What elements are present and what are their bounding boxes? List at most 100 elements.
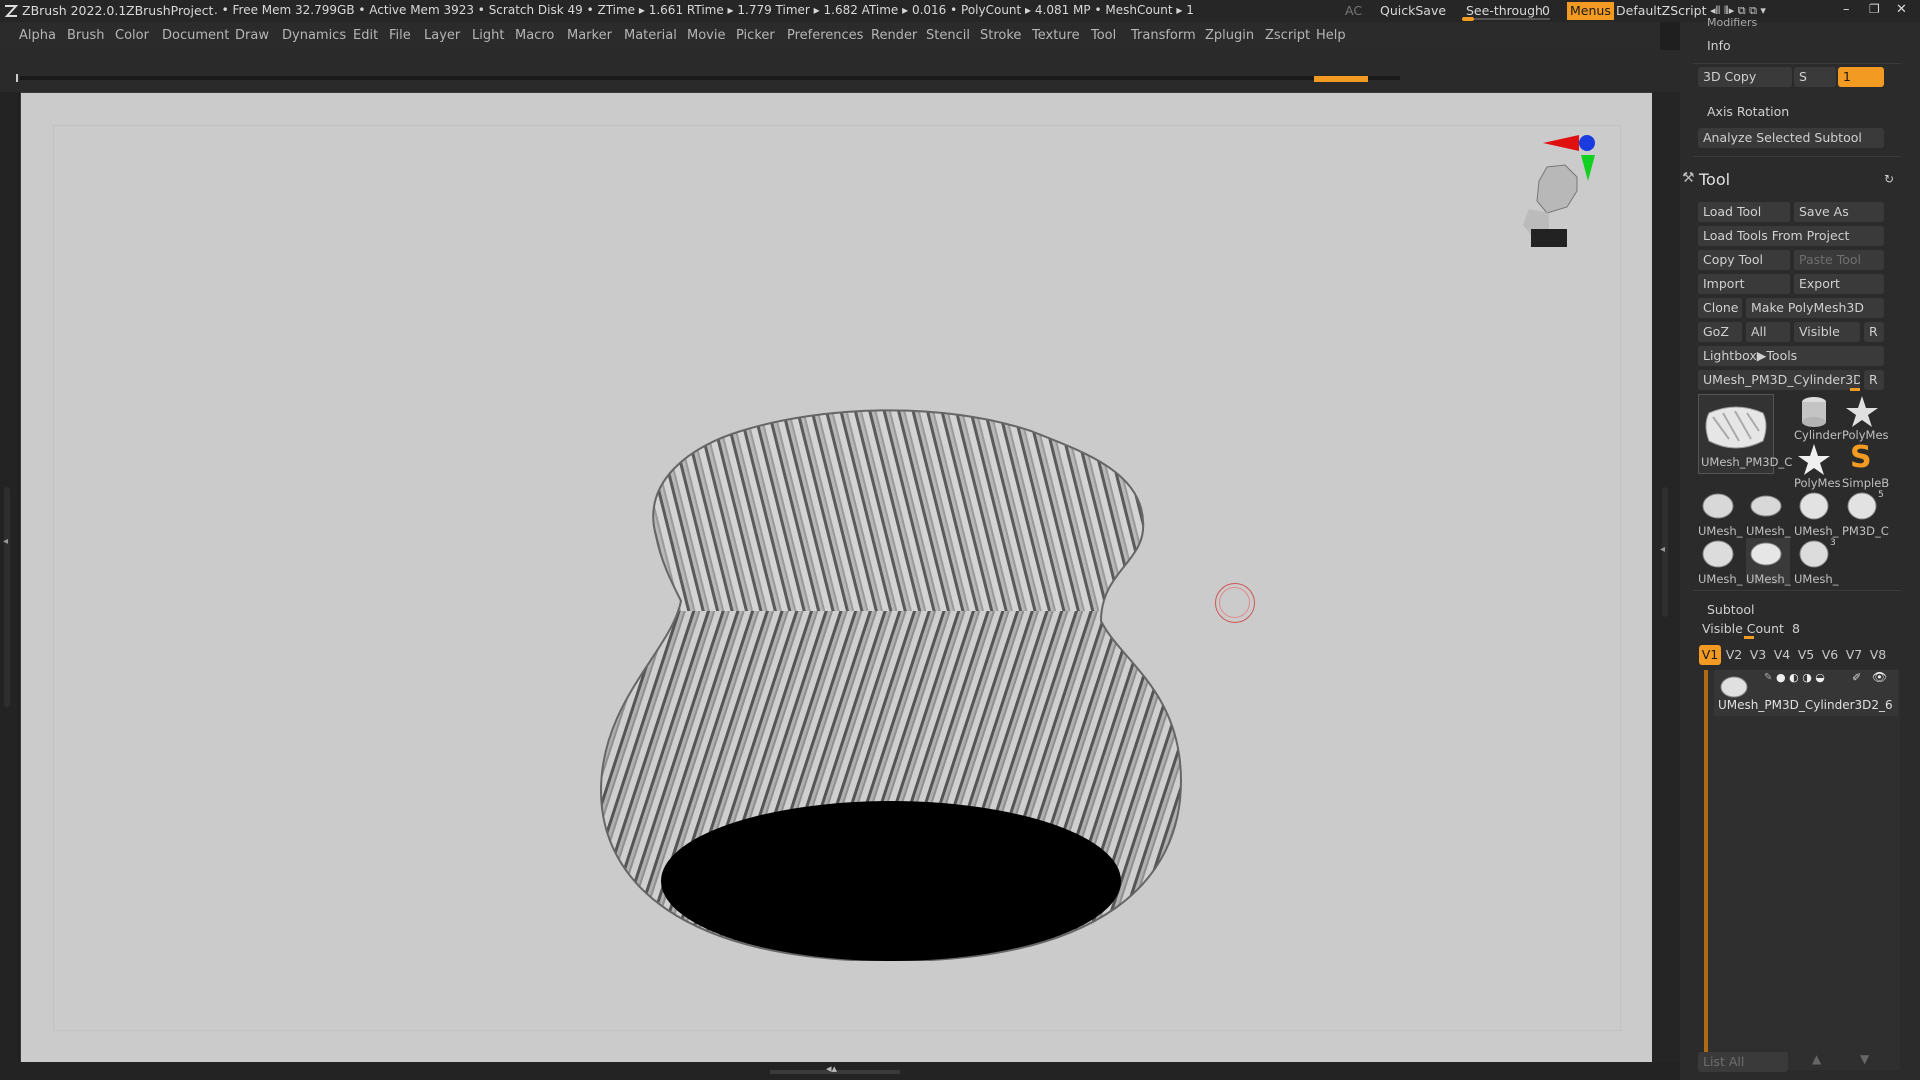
subtool-polypaint-icon[interactable]: ✐	[1852, 671, 1861, 684]
menu-material[interactable]: Material	[624, 28, 677, 43]
tool-thumb-4[interactable]: 5 PM3D_C	[1842, 490, 1889, 538]
move-up-icon[interactable]: ▲	[1812, 1052, 1821, 1066]
tool-thumb-5[interactable]: UMesh_	[1698, 538, 1742, 586]
visibility-set-v2[interactable]: V2	[1723, 645, 1745, 665]
minimize-icon[interactable]: –	[1843, 2, 1850, 17]
copy-tool-button[interactable]: Copy Tool	[1698, 250, 1790, 270]
seethrough-slider[interactable]: See-through 0	[1460, 2, 1552, 21]
menu-dynamics[interactable]: Dynamics	[282, 28, 346, 43]
modifiers-label[interactable]: Modifiers	[1707, 16, 1757, 29]
menu-layer[interactable]: Layer	[424, 28, 460, 43]
visible-count-slider[interactable]: Visible Count 8	[1698, 620, 1884, 639]
import-button[interactable]: Import	[1698, 274, 1790, 294]
goz-visible-button[interactable]: Visible	[1794, 322, 1860, 342]
default-zscript-button[interactable]: DefaultZScript	[1616, 3, 1707, 18]
make-polymesh-button[interactable]: Make PolyMesh3D	[1746, 298, 1884, 318]
tool-thumb-cylinder[interactable]: Cylinder	[1794, 394, 1842, 442]
export-button[interactable]: Export	[1794, 274, 1884, 294]
visibility-set-v4[interactable]: V4	[1771, 645, 1793, 665]
analyze-subtool-button[interactable]: Analyze Selected Subtool	[1698, 128, 1884, 148]
menu-texture[interactable]: Texture	[1032, 28, 1080, 43]
visibility-set-v7[interactable]: V7	[1843, 645, 1865, 665]
paste-tool-button[interactable]: Paste Tool	[1794, 250, 1884, 270]
subtool-scrollbar[interactable]	[1704, 670, 1708, 1068]
tool-thumb-2[interactable]: UMesh_	[1746, 490, 1790, 538]
left-tray-arrow-icon[interactable]: ◂	[3, 536, 8, 547]
navigation-gizmo[interactable]	[1501, 121, 1621, 261]
current-tool-r-button[interactable]: R	[1864, 370, 1884, 390]
copy-3d-button[interactable]: 3D Copy	[1698, 67, 1792, 87]
visibility-set-v8[interactable]: V8	[1867, 645, 1889, 665]
axis-rotation-label[interactable]: Axis Rotation	[1707, 104, 1789, 119]
goz-button[interactable]: GoZ	[1698, 322, 1742, 342]
tool-thumb-polymesh-2[interactable]: PolyMes	[1794, 442, 1841, 490]
close-icon[interactable]: ✕	[1896, 2, 1907, 17]
s-value-slider[interactable]: 1	[1838, 67, 1884, 87]
menu-alpha[interactable]: Alpha	[19, 28, 56, 43]
lightbox-tools-button[interactable]: Lightbox▶Tools	[1698, 346, 1884, 366]
tool-thumb-simpleb[interactable]: S SimpleB	[1842, 440, 1889, 490]
menu-help[interactable]: Help	[1316, 28, 1346, 43]
visibility-set-v5[interactable]: V5	[1795, 645, 1817, 665]
refresh-icon[interactable]: ↻	[1884, 172, 1894, 186]
tool-thumb-polymesh-1[interactable]: PolyMes	[1842, 394, 1889, 442]
subtool-toggle-icons[interactable]: ● ◐ ◑ ◒	[1776, 671, 1825, 684]
current-tool-slider[interactable]: UMesh_PM3D_Cylinder3D2_6	[1698, 370, 1860, 390]
move-down-icon[interactable]: ▼	[1860, 1052, 1869, 1066]
right-tray[interactable]: ◂	[1652, 92, 1680, 1062]
maximize-icon[interactable]: ❐	[1869, 2, 1880, 16]
menu-light[interactable]: Light	[472, 28, 504, 43]
left-tray-handle[interactable]	[4, 487, 10, 707]
info-label[interactable]: Info	[1707, 38, 1731, 53]
quicksave-button[interactable]: QuickSave	[1380, 3, 1446, 18]
subtool-row[interactable]: ✎ ● ◐ ◑ ◒ ✐ 👁 UMesh_PM3D_Cylinder3D2_6	[1714, 670, 1898, 716]
menu-picker[interactable]: Picker	[736, 28, 775, 43]
menu-brush[interactable]: Brush	[67, 28, 105, 43]
eye-icon[interactable]: 👁	[1872, 670, 1887, 684]
visibility-set-v3[interactable]: V3	[1747, 645, 1769, 665]
tool-thumb-7[interactable]: 3 UMesh_	[1794, 538, 1838, 586]
left-tray[interactable]: ◂	[0, 92, 18, 1080]
menu-macro[interactable]: Macro	[515, 28, 554, 43]
viewport-canvas[interactable]	[20, 92, 1654, 1064]
save-as-button[interactable]: Save As	[1794, 202, 1884, 222]
menu-transform[interactable]: Transform	[1131, 28, 1196, 43]
goz-all-button[interactable]: All	[1746, 322, 1790, 342]
subtool-list[interactable]: ✎ ● ◐ ◑ ◒ ✐ 👁 UMesh_PM3D_Cylinder3D2_6	[1704, 670, 1900, 1070]
menu-marker[interactable]: Marker	[567, 28, 612, 43]
menu-edit[interactable]: Edit	[353, 28, 378, 43]
menu-stencil[interactable]: Stencil	[926, 28, 970, 43]
menu-zplugin[interactable]: Zplugin	[1205, 28, 1254, 43]
visibility-set-v6[interactable]: V6	[1819, 645, 1841, 665]
visibility-set-v1[interactable]: V1	[1699, 645, 1721, 665]
tool-thumb-6[interactable]: UMesh_	[1746, 538, 1790, 586]
menu-stroke[interactable]: Stroke	[980, 28, 1021, 43]
subtool-brush-icon[interactable]: ✎	[1764, 672, 1772, 683]
vase-mesh[interactable]	[561, 361, 1201, 961]
ac-label[interactable]: AC	[1345, 3, 1362, 18]
right-tray-arrow-icon[interactable]: ◂	[1660, 544, 1665, 555]
menu-render[interactable]: Render	[871, 28, 917, 43]
bottom-tray-arrow-icon[interactable]: ◂▴	[826, 1062, 837, 1075]
menu-tool[interactable]: Tool	[1091, 28, 1116, 43]
s-field[interactable]: S	[1794, 67, 1836, 87]
menu-draw[interactable]: Draw	[235, 28, 269, 43]
menu-color[interactable]: Color	[115, 28, 149, 43]
subtool-title[interactable]: Subtool	[1707, 602, 1754, 617]
load-tool-button[interactable]: Load Tool	[1698, 202, 1790, 222]
tool-thumb-1[interactable]: UMesh_	[1698, 490, 1742, 538]
list-all-button[interactable]: List All	[1698, 1052, 1788, 1072]
menu-file[interactable]: File	[389, 28, 411, 43]
tool-thumb-main[interactable]: UMesh_PM3D_C	[1698, 394, 1792, 474]
clone-button[interactable]: Clone	[1698, 298, 1742, 318]
goz-r-button[interactable]: R	[1864, 322, 1884, 342]
menu-zscript[interactable]: Zscript	[1265, 28, 1310, 43]
menu-movie[interactable]: Movie	[687, 28, 725, 43]
bottom-tray[interactable]: ◂▴	[0, 1062, 1680, 1080]
load-from-project-button[interactable]: Load Tools From Project	[1698, 226, 1884, 246]
tool-title[interactable]: Tool	[1699, 170, 1730, 189]
menu-document[interactable]: Document	[162, 28, 229, 43]
menu-preferences[interactable]: Preferences	[787, 28, 863, 43]
menus-toggle[interactable]: Menus	[1567, 2, 1614, 20]
tool-thumb-3[interactable]: UMesh_	[1794, 490, 1838, 538]
